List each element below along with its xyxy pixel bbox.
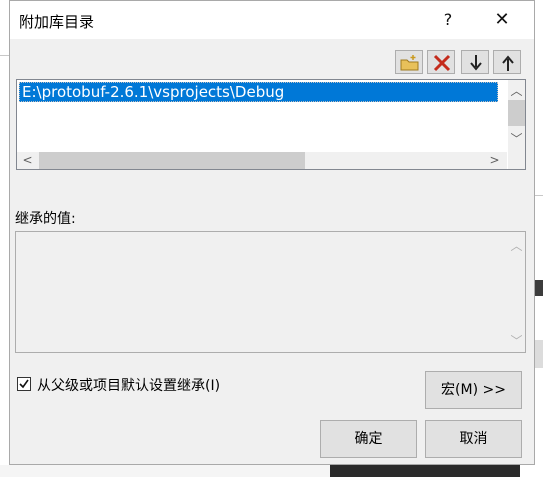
dialog-title: 附加库目录 [19, 13, 95, 31]
scroll-thumb[interactable] [39, 152, 305, 169]
chevron-up-icon[interactable]: ︿ [508, 82, 525, 99]
chevron-right-icon[interactable]: > [486, 153, 503, 167]
scroll-thumb[interactable] [508, 100, 525, 126]
inherit-checkbox[interactable] [17, 377, 31, 391]
bg-divider [0, 55, 9, 56]
scroll-corner [508, 152, 525, 169]
directory-list[interactable]: E:\protobuf-2.6.1\vsprojects\Debug ︿ ﹀ <… [16, 79, 526, 170]
bg-divider [535, 195, 543, 196]
chevron-up-icon[interactable]: ︿ [508, 237, 525, 254]
delete-line-button[interactable] [427, 50, 455, 74]
inherited-values-list: ︿ ﹀ [15, 231, 526, 353]
additional-library-directories-dialog: 附加库目录 ? ✕ E:\protobuf-2.6.1\vsprojects\D… [9, 0, 535, 465]
vertical-scrollbar[interactable]: ︿ ﹀ [508, 80, 525, 152]
checkmark-icon [19, 379, 29, 389]
cancel-button[interactable]: 取消 [425, 420, 522, 458]
move-up-button[interactable] [493, 50, 521, 74]
title-bar: 附加库目录 ? ✕ [10, 1, 534, 39]
bg-block [535, 340, 543, 368]
close-button[interactable]: ✕ [484, 7, 520, 33]
ok-button[interactable]: 确定 [320, 420, 417, 458]
vertical-scrollbar[interactable]: ︿ ﹀ [508, 232, 525, 352]
new-folder-icon [400, 55, 419, 71]
horizontal-scrollbar[interactable]: < > [17, 152, 507, 169]
inherited-values-label: 继承的值: [15, 211, 76, 227]
move-up-icon [502, 55, 514, 71]
chevron-left-icon[interactable]: < [19, 153, 36, 167]
list-item[interactable]: E:\protobuf-2.6.1\vsprojects\Debug [19, 82, 498, 102]
move-down-icon [470, 55, 482, 71]
move-down-button[interactable] [461, 50, 489, 74]
inherit-checkbox-label[interactable]: 从父级或项目默认设置继承(I) [37, 375, 220, 395]
delete-icon [433, 54, 451, 72]
bg-dark-bar [330, 465, 520, 477]
chevron-down-icon[interactable]: ﹀ [508, 332, 525, 349]
new-line-button[interactable] [395, 50, 423, 74]
help-button[interactable]: ? [433, 7, 463, 33]
macros-button[interactable]: 宏(M) >> [425, 371, 522, 409]
bg-dark-block [535, 280, 543, 296]
bg-bar [0, 465, 330, 477]
chevron-down-icon[interactable]: ﹀ [508, 130, 525, 147]
